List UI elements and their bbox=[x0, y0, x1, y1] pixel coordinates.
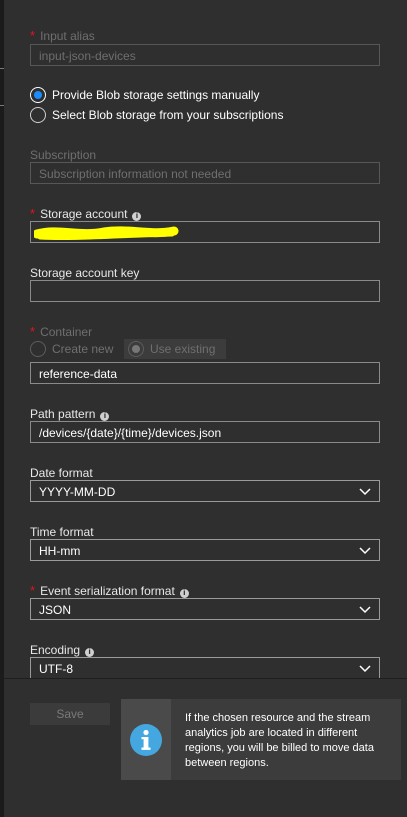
storage-account-key-label: Storage account key bbox=[30, 266, 140, 280]
container-create-new-option[interactable]: Create new bbox=[30, 339, 122, 359]
required-marker: * bbox=[30, 28, 36, 43]
date-format-select[interactable]: YYYY-MM-DD bbox=[30, 480, 380, 502]
event-serialization-format-label: * Event serialization format i bbox=[30, 584, 189, 598]
radio-button-unchecked[interactable] bbox=[30, 107, 46, 123]
required-marker: * bbox=[30, 324, 36, 339]
encoding-label: Encoding i bbox=[30, 643, 95, 657]
subscription-label: Subscription bbox=[30, 148, 97, 162]
input-alias-field[interactable]: input-json-devices bbox=[30, 44, 380, 66]
storage-account-label: * Storage account i bbox=[30, 206, 142, 221]
radio-button-checked[interactable] bbox=[30, 87, 46, 103]
chevron-down-icon bbox=[359, 488, 371, 496]
chevron-down-icon bbox=[359, 665, 371, 673]
date-format-value: YYYY-MM-DD bbox=[39, 485, 116, 499]
info-circle-icon bbox=[130, 724, 162, 756]
path-pattern-label: Path pattern i bbox=[30, 407, 110, 421]
info-icon[interactable]: i bbox=[100, 412, 110, 421]
form-footer: Save If the chosen resource and the stre… bbox=[4, 678, 407, 817]
container-field[interactable]: reference-data bbox=[30, 362, 380, 384]
container-value: reference-data bbox=[39, 367, 118, 381]
radio-button-unchecked[interactable] bbox=[30, 341, 46, 357]
radio-button-checked[interactable] bbox=[128, 341, 144, 357]
encoding-value: UTF-8 bbox=[39, 662, 73, 676]
radio-provide-manually-label: Provide Blob storage settings manually bbox=[52, 88, 260, 102]
use-existing-label: Use existing bbox=[150, 342, 216, 356]
container-label: * Container bbox=[30, 324, 93, 340]
subscription-value: Subscription information not needed bbox=[39, 167, 232, 181]
new-input-form-panel: * Input alias input-json-devices Provide … bbox=[4, 0, 407, 678]
info-icon[interactable]: i bbox=[85, 648, 95, 657]
save-button[interactable]: Save bbox=[30, 703, 110, 725]
notice-text: If the chosen resource and the stream an… bbox=[185, 712, 374, 769]
container-use-existing-option[interactable]: Use existing bbox=[124, 339, 226, 359]
radio-select-subscription-label: Select Blob storage from your subscripti… bbox=[52, 108, 284, 122]
required-marker: * bbox=[30, 206, 36, 221]
time-format-value: HH-mm bbox=[39, 544, 81, 558]
time-format-select[interactable]: HH-mm bbox=[30, 539, 380, 561]
event-serialization-format-value: JSON bbox=[39, 603, 72, 617]
chevron-down-icon bbox=[359, 547, 371, 555]
redaction-scribble bbox=[34, 226, 179, 241]
chevron-down-icon bbox=[359, 606, 371, 614]
path-pattern-value: /devices/{date}/{time}/devices.json bbox=[39, 426, 222, 440]
info-icon[interactable]: i bbox=[132, 212, 142, 221]
input-alias-label: * Input alias bbox=[30, 28, 95, 44]
notice-icon-area bbox=[121, 699, 171, 780]
time-format-label: Time format bbox=[30, 525, 94, 539]
subscription-field: Subscription information not needed bbox=[30, 162, 380, 184]
storage-account-key-field[interactable] bbox=[30, 280, 380, 302]
create-new-label: Create new bbox=[52, 342, 114, 356]
radio-provide-manually[interactable]: Provide Blob storage settings manually bbox=[30, 87, 259, 103]
info-icon[interactable]: i bbox=[179, 589, 189, 598]
event-serialization-format-select[interactable]: JSON bbox=[30, 598, 380, 620]
input-alias-placeholder: input-json-devices bbox=[39, 49, 136, 63]
date-format-label: Date format bbox=[30, 466, 93, 480]
region-billing-notice: If the chosen resource and the stream an… bbox=[121, 699, 401, 780]
encoding-select[interactable]: UTF-8 bbox=[30, 657, 380, 678]
radio-select-from-subscriptions[interactable]: Select Blob storage from your subscripti… bbox=[30, 107, 283, 123]
required-marker: * bbox=[30, 583, 36, 598]
path-pattern-field[interactable]: /devices/{date}/{time}/devices.json bbox=[30, 421, 380, 443]
